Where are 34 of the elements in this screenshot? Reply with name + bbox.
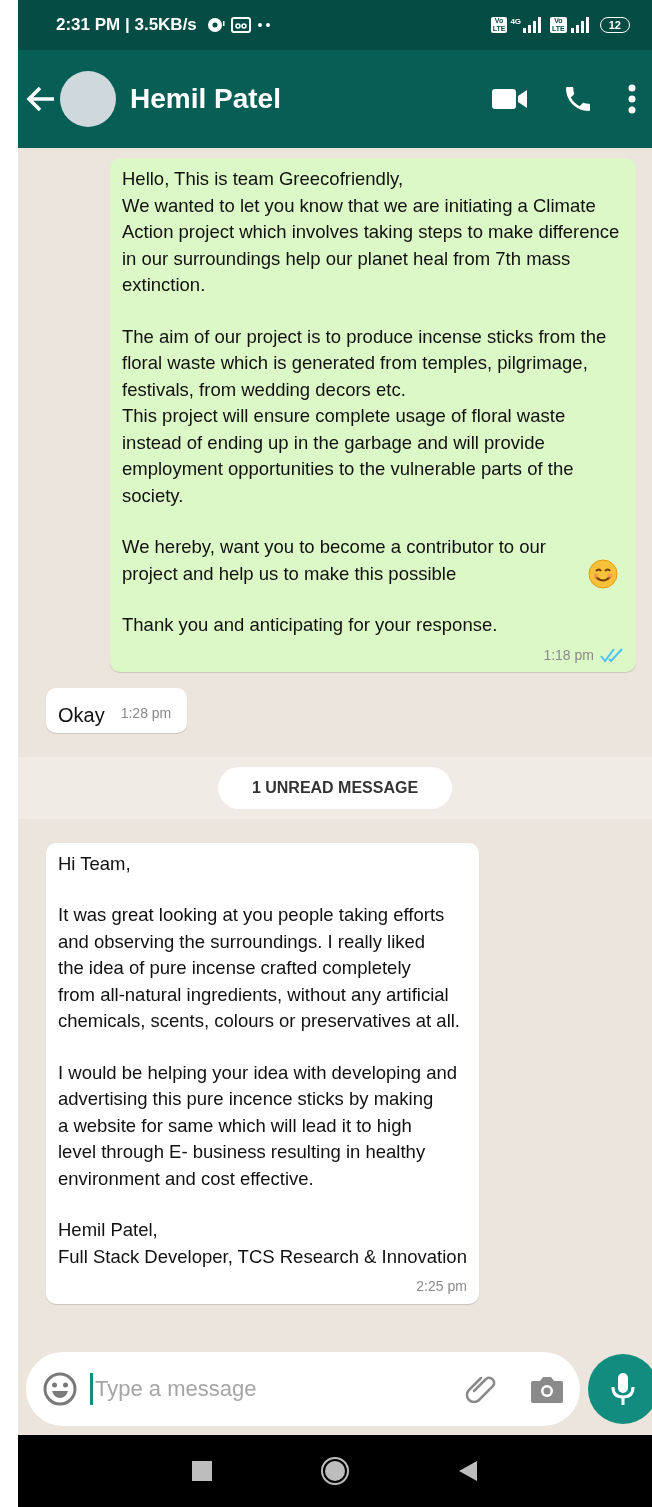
message-input[interactable]: Type a message bbox=[90, 1373, 452, 1405]
voicemail-icon bbox=[230, 17, 251, 33]
message-time: 1:28 pm bbox=[120, 704, 172, 723]
network-type: 4G bbox=[510, 17, 522, 26]
smiling-face-icon bbox=[588, 559, 618, 589]
camera-icon[interactable] bbox=[530, 1374, 564, 1404]
avatar-placeholder[interactable] bbox=[60, 71, 116, 127]
message-text: We hereby, want you to become a contributor to our project and help us to make this possible bbox=[122, 535, 548, 586]
message-text: Hemil Patel, Full Stack Developer, TCS Research & Innovation bbox=[58, 1218, 467, 1269]
video-camera-icon[interactable] bbox=[492, 87, 528, 111]
more-dots-icon bbox=[256, 22, 271, 28]
signal-icon bbox=[522, 17, 543, 33]
message-text: Okay bbox=[58, 703, 105, 728]
contact-name[interactable]: Hemil Patel bbox=[130, 83, 281, 115]
unread-messages-label: 1 UNREAD MESSAGE bbox=[217, 766, 453, 809]
message-text: Hi Team, bbox=[58, 851, 132, 876]
message-text: It was great looking at you people taking efforts and observing the surroundings. I really liked the idea of pure incense crafted completely from all-natural ingredients, without any artificial chemicals, scents, colours or preservatives at all. bbox=[58, 903, 461, 1033]
back-triangle-icon[interactable] bbox=[458, 1460, 478, 1482]
message-time: 2:25 pm bbox=[416, 1277, 467, 1296]
more-options-icon[interactable] bbox=[628, 84, 636, 114]
smiley-icon[interactable] bbox=[42, 1371, 78, 1407]
message-text: The aim of our project is to produce incense sticks from the floral waste which is generated from temples, pilgrimage, festivals, from wedding decors etc. This project will ensure complete usage of floral waste instead of ending up in the garbage and will provide employment opportunities to the vulnerable parts of the society. bbox=[122, 324, 608, 508]
back-arrow-icon[interactable] bbox=[26, 85, 56, 113]
message-input-field[interactable]: Type a message bbox=[26, 1352, 580, 1426]
microphone-button[interactable] bbox=[588, 1354, 652, 1424]
message-text: Thank you and anticipating for your response. bbox=[122, 613, 499, 637]
microphone-icon bbox=[611, 1372, 635, 1406]
home-circle-icon[interactable] bbox=[320, 1456, 350, 1486]
notification-icon bbox=[206, 17, 225, 33]
message-text: I would be helping your idea with developing and advertising this pure incence sticks by making a website for same which will lead it to high level through E- business resulting in healthy environment and cost effective. bbox=[58, 1060, 459, 1191]
message-time: 1:18 pm bbox=[543, 645, 594, 665]
status-time: 2:31 PM | 3.5KB/s bbox=[56, 15, 197, 35]
signal-icon bbox=[569, 17, 590, 33]
message-text: Hello, This is team Greecofriendly, We wanted to let you know that we are initiating a Climate Action project which involves taking steps to make difference in our surroundings help our planet heal from 7th mass extinction. bbox=[122, 167, 621, 297]
